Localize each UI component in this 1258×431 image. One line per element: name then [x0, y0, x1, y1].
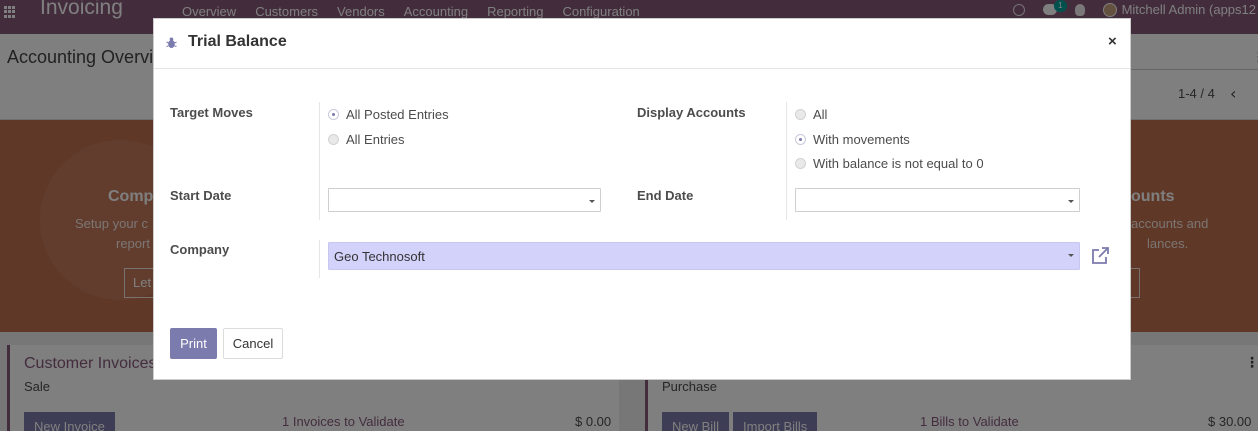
radio-label: All: [813, 107, 828, 122]
field-separator: [319, 102, 320, 220]
field-separator: [786, 102, 787, 220]
company-label: Company: [170, 242, 230, 257]
radio-button-checked[interactable]: [795, 134, 806, 145]
close-icon[interactable]: ×: [1108, 33, 1117, 50]
radio-label: With balance is not equal to 0: [813, 156, 984, 171]
company-select[interactable]: Geo Technosoft: [328, 242, 1080, 270]
caret-down-icon: [1068, 200, 1074, 203]
radio-with-movements[interactable]: With movements: [795, 132, 910, 147]
radio-all-posted-entries[interactable]: All Posted Entries: [328, 107, 449, 122]
start-date-field[interactable]: [328, 188, 601, 212]
field-separator: [319, 240, 320, 278]
bug-icon: [166, 37, 177, 48]
dialog-header: Trial Balance ×: [154, 19, 1130, 69]
radio-display-all[interactable]: All: [795, 107, 827, 122]
cancel-button[interactable]: Cancel: [223, 328, 283, 359]
radio-button[interactable]: [795, 109, 806, 120]
end-date-field[interactable]: [795, 188, 1080, 212]
caret-down-icon: [1068, 254, 1074, 257]
radio-balance-not-zero[interactable]: With balance is not equal to 0: [795, 156, 984, 171]
caret-down-icon: [589, 200, 595, 203]
end-date-label: End Date: [637, 188, 694, 203]
radio-button[interactable]: [328, 134, 339, 145]
trial-balance-dialog: Trial Balance × Target Moves All Posted …: [153, 18, 1131, 380]
radio-button-checked[interactable]: [328, 109, 339, 120]
radio-label: All Posted Entries: [346, 107, 449, 122]
radio-button[interactable]: [795, 158, 806, 169]
radio-label: All Entries: [346, 132, 405, 147]
target-moves-label: Target Moves: [170, 105, 253, 120]
radio-label: With movements: [813, 132, 910, 147]
start-date-label: Start Date: [170, 188, 232, 203]
print-button[interactable]: Print: [170, 328, 217, 359]
display-accounts-label: Display Accounts: [637, 105, 746, 120]
radio-all-entries[interactable]: All Entries: [328, 132, 405, 147]
external-link-icon[interactable]: [1090, 246, 1110, 266]
company-value: Geo Technosoft: [334, 249, 425, 264]
dialog-title: Trial Balance: [188, 33, 287, 50]
